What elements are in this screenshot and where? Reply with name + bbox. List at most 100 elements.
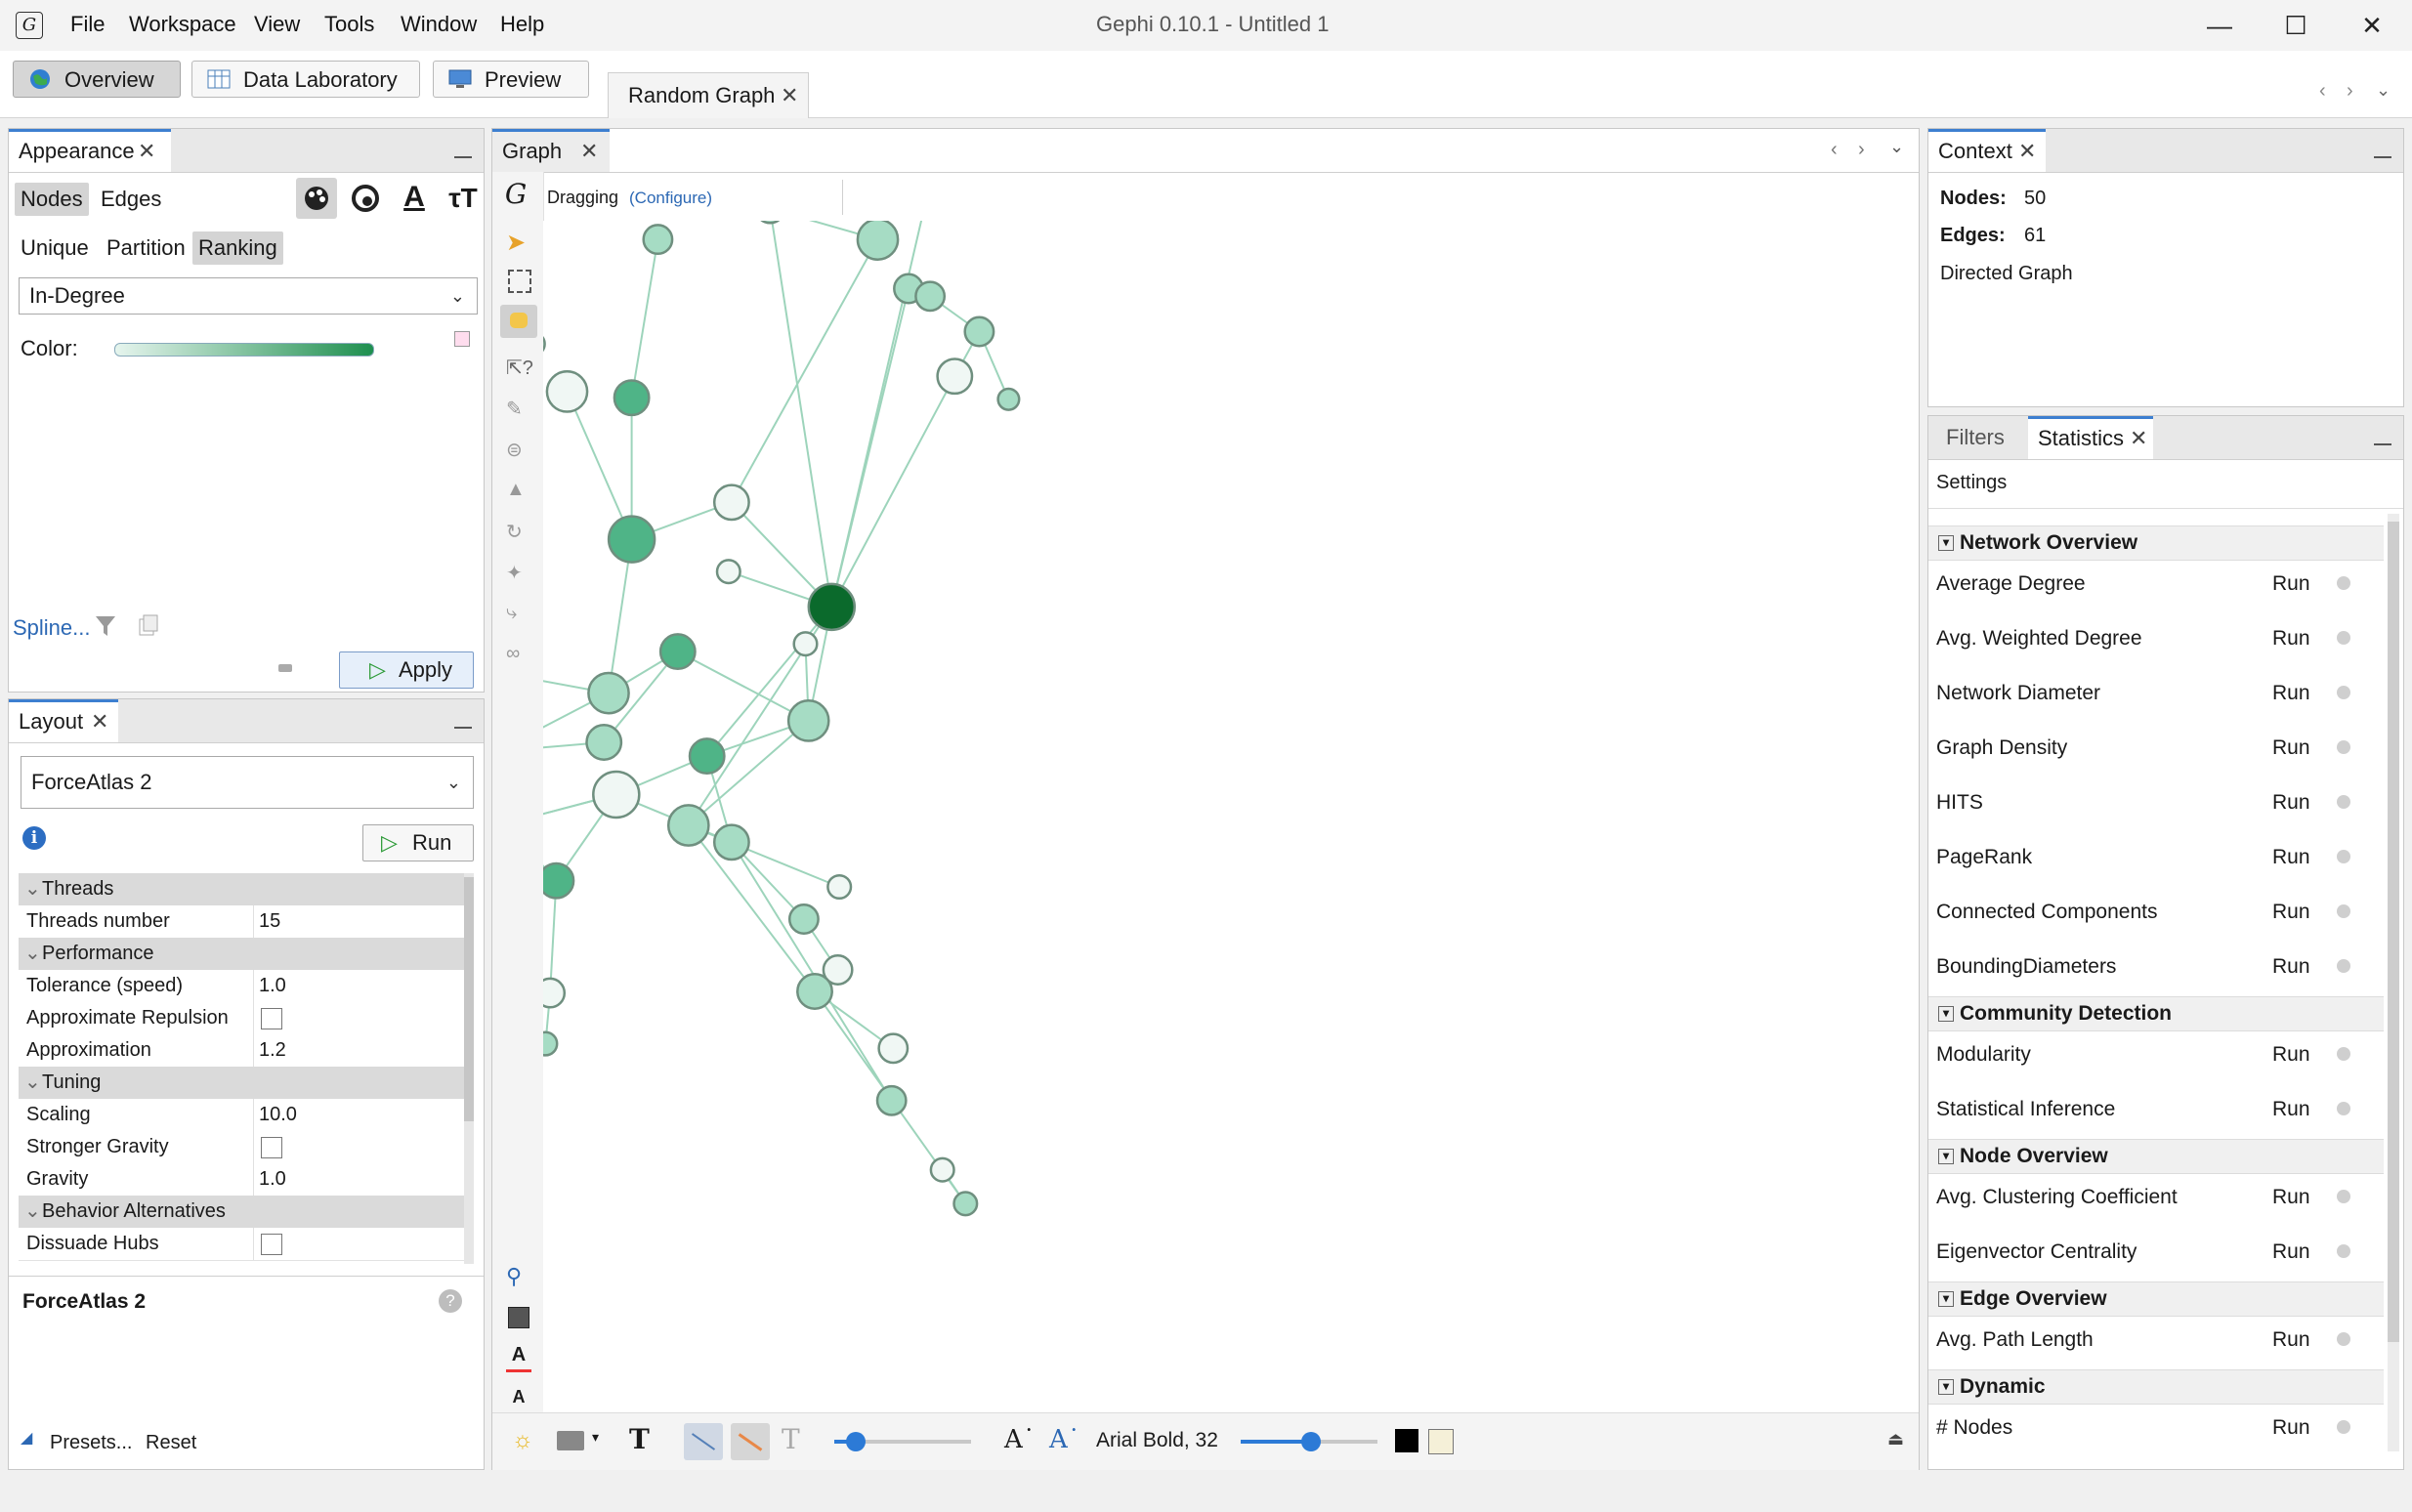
edges-visibility-icon[interactable]	[684, 1423, 723, 1460]
color-gradient-bar[interactable]	[114, 343, 374, 357]
stat-section-header[interactable]: ▾ Node Overview	[1928, 1139, 2384, 1174]
settings-button[interactable]: Settings	[1936, 472, 2007, 494]
layout-algorithm-select[interactable]: ForceAtlas 2 ⌄	[21, 756, 474, 809]
run-button[interactable]: Run	[2272, 736, 2310, 760]
size-icon[interactable]	[345, 178, 386, 219]
resize-icon[interactable]: ⊜	[506, 438, 531, 463]
approximate-repulsion-checkbox[interactable]	[261, 1008, 282, 1029]
scroll-left-icon[interactable]: ‹	[2319, 80, 2326, 103]
close-statistics-icon[interactable]: ✕	[2130, 419, 2147, 458]
filters-tab[interactable]: Filters	[1936, 416, 2024, 459]
unique-tab[interactable]: Unique	[15, 231, 95, 265]
maximize-icon[interactable]: ☐	[2266, 6, 2325, 45]
help-icon[interactable]	[2337, 740, 2350, 754]
run-button[interactable]: Run	[2272, 1328, 2310, 1352]
graph-node[interactable]	[532, 1030, 559, 1057]
data-laboratory-button[interactable]: Data Laboratory	[191, 61, 420, 98]
prop-value[interactable]: 10.0	[259, 1099, 297, 1130]
run-button[interactable]: Run	[2272, 1416, 2310, 1440]
copy-icon[interactable]	[136, 613, 161, 639]
graph-node[interactable]	[520, 331, 546, 357]
configure-link[interactable]: (Configure)	[629, 189, 712, 208]
run-button[interactable]: Run	[2272, 627, 2310, 651]
layout-run-button[interactable]: ▷ Run	[362, 824, 474, 861]
rotate-icon[interactable]: ↻	[506, 520, 531, 545]
approximation-row[interactable]: Approximation 1.2	[19, 1034, 464, 1068]
layout-tab[interactable]: Layout ✕	[9, 699, 118, 742]
slider-thumb[interactable]	[1301, 1432, 1321, 1451]
graph-node[interactable]	[877, 1032, 910, 1065]
graph-node[interactable]	[545, 370, 589, 413]
run-button[interactable]: Run	[2272, 1240, 2310, 1264]
graph-node[interactable]	[712, 823, 750, 861]
menu-window[interactable]: Window	[401, 12, 477, 37]
label-color-swatch[interactable]	[1395, 1429, 1418, 1452]
graph-node[interactable]	[914, 280, 947, 313]
attributes-icon[interactable]	[1428, 1429, 1454, 1454]
brush-icon[interactable]: ✎	[506, 397, 531, 422]
menu-tools[interactable]: Tools	[324, 12, 374, 37]
color-palette-icon[interactable]	[296, 178, 337, 219]
graph-node[interactable]	[613, 379, 651, 417]
graph-node[interactable]	[658, 633, 697, 671]
collapse-icon[interactable]: ▾	[1938, 1379, 1954, 1395]
ranking-attribute-select[interactable]: In-Degree ⌄	[19, 277, 478, 315]
minimize-icon[interactable]: —	[2190, 6, 2249, 45]
graph-canvas[interactable]	[222, 124, 1919, 1412]
tabs-dropdown-icon[interactable]: ⌄	[1889, 137, 1904, 157]
slider-thumb[interactable]	[846, 1432, 866, 1451]
painter-icon[interactable]: ▲	[506, 479, 531, 504]
zoom-icon[interactable]: ⚲	[506, 1264, 531, 1289]
context-tab[interactable]: Context ✕	[1928, 129, 2046, 172]
chain-icon[interactable]	[278, 664, 292, 672]
run-button[interactable]: Run	[2272, 1043, 2310, 1067]
menu-workspace[interactable]: Workspace	[129, 12, 236, 37]
run-button[interactable]: Run	[2272, 955, 2310, 979]
scroll-right-icon[interactable]: ›	[1858, 139, 1865, 161]
reset-button[interactable]: Reset	[146, 1432, 196, 1454]
graph-node[interactable]	[754, 192, 786, 225]
prop-value[interactable]: 1.2	[259, 1034, 286, 1066]
scrollbar[interactable]	[464, 873, 474, 1264]
graph-node[interactable]	[712, 483, 750, 522]
collapse-icon[interactable]: ▾	[1938, 535, 1954, 551]
graph-node[interactable]	[929, 1156, 955, 1183]
lightbulb-icon[interactable]: ☼	[512, 1427, 533, 1454]
help-icon[interactable]	[2337, 959, 2350, 973]
menu-file[interactable]: File	[70, 12, 105, 37]
show-labels-icon[interactable]: T	[629, 1423, 650, 1455]
font-name-label[interactable]: Arial Bold, 32	[1096, 1429, 1218, 1452]
help-icon[interactable]	[2337, 1332, 2350, 1346]
graph-node[interactable]	[856, 218, 900, 261]
menu-view[interactable]: View	[254, 12, 300, 37]
scaling-row[interactable]: Scaling 10.0	[19, 1099, 464, 1132]
graph-node[interactable]	[875, 1084, 908, 1116]
add-edge-icon[interactable]: ⤷	[506, 602, 531, 627]
stat-section-header[interactable]: ▾ Edge Overview	[1928, 1281, 2384, 1317]
presets-button[interactable]: Presets...	[50, 1432, 132, 1454]
label-size-icon[interactable]: τT	[443, 178, 484, 219]
graph-node[interactable]	[996, 387, 1021, 411]
stat-section-header[interactable]: ▾ Dynamic	[1928, 1369, 2384, 1405]
font-size-icon[interactable]: A	[506, 1387, 531, 1412]
help-icon[interactable]	[2337, 795, 2350, 809]
help-icon[interactable]	[2337, 1102, 2350, 1115]
graph-node[interactable]	[688, 737, 726, 776]
help-icon[interactable]	[2337, 1190, 2350, 1203]
nodes-tab[interactable]: Nodes	[15, 183, 89, 216]
statistics-tab[interactable]: Statistics ✕	[2028, 416, 2153, 459]
help-icon[interactable]: ?	[439, 1289, 462, 1313]
edges-tab[interactable]: Edges	[95, 183, 167, 216]
collapse-icon[interactable]: ▾	[1938, 1149, 1954, 1164]
tabs-dropdown-icon[interactable]: ⌄	[2376, 80, 2391, 101]
screenshot-icon[interactable]	[557, 1431, 584, 1450]
help-icon[interactable]	[2337, 1047, 2350, 1061]
select-pointer-icon[interactable]: ➤	[506, 229, 531, 256]
help-icon[interactable]	[2337, 904, 2350, 918]
approximate-repulsion-row[interactable]: Approximate Repulsion	[19, 1002, 464, 1035]
scrollbar[interactable]	[2388, 514, 2399, 1451]
close-context-icon[interactable]: ✕	[2018, 132, 2036, 171]
help-icon[interactable]	[2337, 850, 2350, 863]
close-layout-icon[interactable]: ✕	[91, 702, 108, 741]
close-graph-icon[interactable]: ✕	[580, 132, 598, 171]
